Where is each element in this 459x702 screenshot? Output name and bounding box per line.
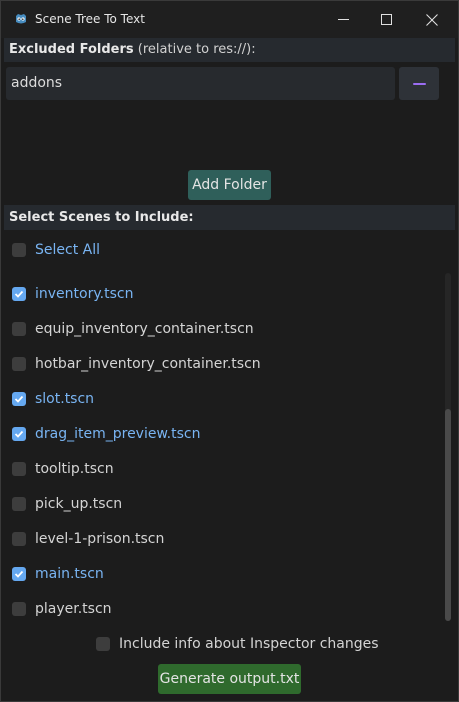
checkmark-icon [14, 290, 24, 298]
checkbox-box [12, 532, 26, 546]
minimize-button[interactable] [320, 1, 366, 38]
scene-item-inventory[interactable]: inventory.tscn [12, 283, 133, 305]
checkmark-icon [14, 570, 24, 578]
scene-item-label: inventory.tscn [35, 286, 134, 302]
scene-item-equip-inventory-container[interactable]: equip_inventory_container.tscn [12, 318, 254, 340]
select-all-label: Select All [35, 242, 100, 258]
add-folder-button[interactable]: Add Folder [188, 170, 271, 200]
scene-item-label: level-1-prison.tscn [35, 531, 165, 547]
checkbox-box [12, 322, 26, 336]
inspector-changes-label: Include info about Inspector changes [119, 636, 379, 652]
scene-item-main[interactable]: main.tscn [12, 563, 104, 585]
generate-output-button[interactable]: Generate output.txt [158, 664, 301, 694]
select-scenes-label: Select Scenes to Include: [9, 210, 194, 225]
checkbox-box [12, 462, 26, 476]
scene-item-pick-up[interactable]: pick_up.tscn [12, 493, 122, 515]
close-icon [426, 13, 438, 26]
select-all-checkbox[interactable]: Select All [12, 239, 100, 261]
title-bar[interactable]: Scene Tree To Text [1, 1, 458, 38]
scrollbar-thumb[interactable] [445, 409, 451, 621]
checkbox-box [12, 392, 26, 406]
scene-item-label: tooltip.tscn [35, 461, 114, 477]
scene-item-label: equip_inventory_container.tscn [35, 321, 254, 337]
scene-item-label: hotbar_inventory_container.tscn [35, 356, 261, 372]
remove-folder-button[interactable] [399, 67, 439, 100]
checkmark-icon [14, 430, 24, 438]
scene-item-drag-item-preview[interactable]: drag_item_preview.tscn [12, 423, 200, 445]
inspector-changes-checkbox[interactable]: Include info about Inspector changes [96, 633, 379, 655]
plugin-window: Scene Tree To Text Excluded Folders (rel… [0, 0, 459, 702]
checkbox-box [12, 602, 26, 616]
scene-item-player[interactable]: player.tscn [12, 598, 112, 620]
checkbox-box [12, 357, 26, 371]
scene-list-scrollbar[interactable] [445, 273, 451, 621]
maximize-icon [380, 14, 392, 25]
select-scenes-header: Select Scenes to Include: [4, 205, 455, 230]
scene-item-tooltip[interactable]: tooltip.tscn [12, 458, 114, 480]
checkbox-box [12, 427, 26, 441]
scene-item-hotbar-inventory-container[interactable]: hotbar_inventory_container.tscn [12, 353, 261, 375]
checkbox-box [96, 637, 110, 651]
scene-item-label: player.tscn [35, 601, 112, 617]
excluded-folder-field[interactable]: addons [6, 67, 395, 100]
maximize-button[interactable] [363, 1, 409, 38]
scene-item-label: main.tscn [35, 566, 104, 582]
checkbox-box [12, 243, 26, 257]
scene-item-label: drag_item_preview.tscn [35, 426, 201, 442]
window-title: Scene Tree To Text [35, 12, 145, 26]
scene-item-level-1-prison[interactable]: level-1-prison.tscn [12, 528, 164, 550]
minus-icon [412, 82, 426, 85]
close-button[interactable] [409, 1, 455, 38]
minimize-icon [337, 19, 349, 20]
checkbox-box [12, 497, 26, 511]
checkbox-box [12, 287, 26, 301]
checkbox-box [12, 567, 26, 581]
excluded-folders-label: Excluded Folders (relative to res://): [9, 42, 256, 57]
checkmark-icon [14, 395, 24, 403]
scene-item-label: pick_up.tscn [35, 496, 123, 512]
scene-item-label: slot.tscn [35, 391, 95, 407]
godot-icon [13, 11, 29, 27]
scene-item-slot[interactable]: slot.tscn [12, 388, 94, 410]
excluded-folders-header: Excluded Folders (relative to res://): [4, 38, 455, 62]
